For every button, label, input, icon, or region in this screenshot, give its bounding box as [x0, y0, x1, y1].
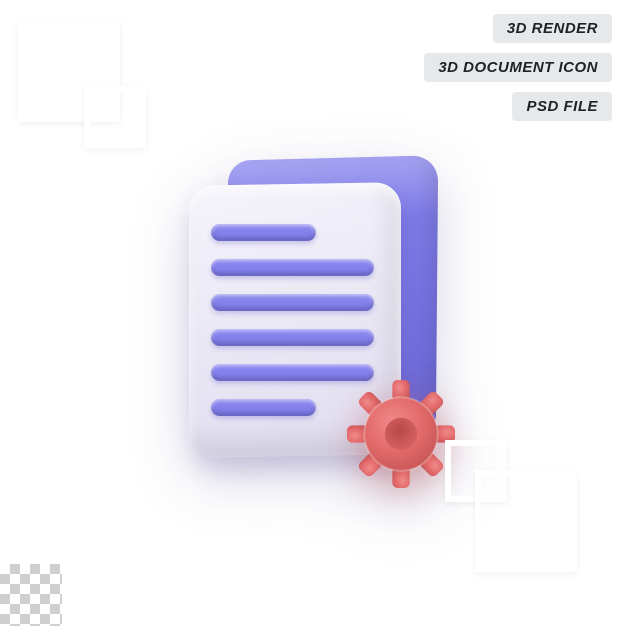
tag-item: 3D DOCUMENT ICON [424, 53, 612, 82]
text-line-icon [211, 224, 316, 241]
tag-list: 3D RENDER 3D DOCUMENT ICON PSD FILE [424, 14, 612, 121]
tag-item: 3D RENDER [493, 14, 612, 43]
frame-square-small [84, 86, 146, 148]
document-settings-3d-icon [171, 158, 456, 468]
text-line-icon [211, 364, 374, 381]
text-line-icon [211, 294, 374, 311]
gear-icon [347, 380, 455, 488]
text-line-icon [211, 259, 374, 276]
text-line-icon [211, 399, 316, 416]
frame-square-large [475, 470, 577, 572]
transparency-checker-icon [0, 564, 62, 626]
tag-item: PSD FILE [512, 92, 612, 121]
text-line-icon [211, 329, 374, 346]
